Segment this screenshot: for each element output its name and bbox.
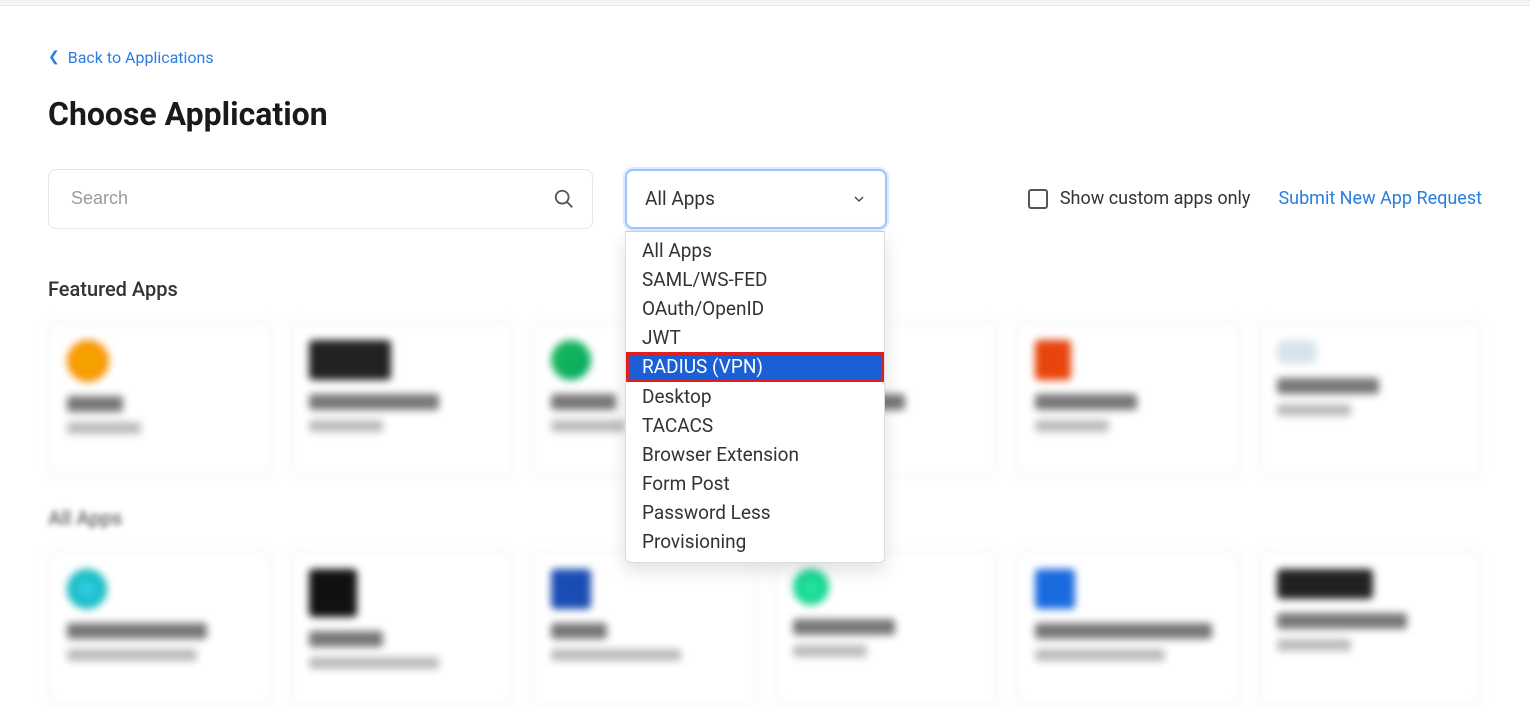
filter-dropdown: All Apps All AppsSAML/WS-FEDOAuth/OpenID… [625,169,887,229]
filter-dropdown-selected: All Apps [645,187,715,210]
filter-dropdown-option[interactable]: OAuth/OpenID [626,294,884,323]
filter-dropdown-menu: All AppsSAML/WS-FEDOAuth/OpenIDJWTRADIUS… [625,231,885,563]
all-apps-row [48,550,1482,705]
right-controls: Show custom apps only Submit New App Req… [1028,188,1482,209]
controls-row: All Apps All AppsSAML/WS-FEDOAuth/OpenID… [48,169,1482,229]
filter-dropdown-option[interactable]: Password Less [626,498,884,527]
app-card[interactable] [1258,550,1482,705]
filter-dropdown-option[interactable]: Desktop [626,382,884,411]
filter-dropdown-option[interactable]: Provisioning [626,527,884,556]
app-card[interactable] [532,550,756,705]
search-input[interactable] [48,169,593,229]
app-card[interactable] [290,321,514,476]
app-card[interactable] [48,321,272,476]
search-wrap [48,169,593,229]
filter-dropdown-option[interactable]: Form Post [626,469,884,498]
checkbox-icon [1028,189,1048,209]
app-card[interactable] [1016,550,1240,705]
back-link-label: Back to Applications [68,48,214,67]
filter-dropdown-option[interactable]: Browser Extension [626,440,884,469]
page-title: Choose Application [48,95,1482,133]
chevron-down-icon [851,191,867,207]
filter-dropdown-button[interactable]: All Apps [625,169,887,229]
chevron-left-icon: ❮ [48,50,60,64]
back-to-applications-link[interactable]: ❮ Back to Applications [48,48,214,67]
app-card[interactable] [1258,321,1482,476]
filter-dropdown-option[interactable]: RADIUS (VPN) [626,352,884,382]
app-card[interactable] [290,550,514,705]
checkbox-label: Show custom apps only [1060,188,1251,209]
filter-dropdown-option[interactable]: All Apps [626,236,884,265]
app-card[interactable] [48,550,272,705]
app-card[interactable] [1016,321,1240,476]
submit-new-app-link[interactable]: Submit New App Request [1278,188,1482,209]
filter-dropdown-option[interactable]: JWT [626,323,884,352]
filter-dropdown-option[interactable]: TACACS [626,411,884,440]
filter-dropdown-option[interactable]: SAML/WS-FED [626,265,884,294]
search-icon [553,188,575,210]
show-custom-apps-checkbox[interactable]: Show custom apps only [1028,188,1251,209]
app-card[interactable] [774,550,998,705]
